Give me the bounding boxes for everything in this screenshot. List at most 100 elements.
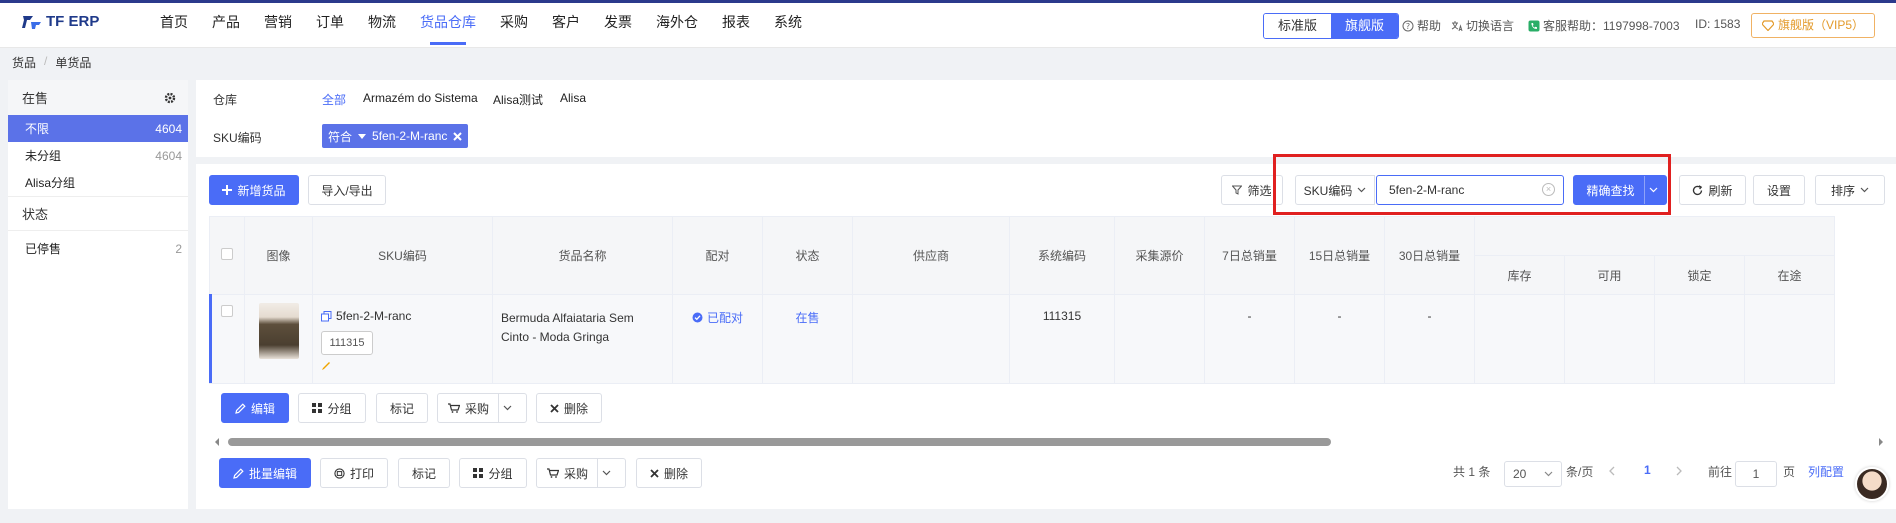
bulk-edit-button[interactable]: 批量编辑 <box>219 458 311 488</box>
row-select[interactable] <box>209 294 245 384</box>
header-name: 货品名称 <box>492 216 673 295</box>
prev-page-button[interactable] <box>1608 466 1615 476</box>
close-icon <box>650 468 659 478</box>
nav-overseas[interactable]: 海外仓 <box>644 0 710 45</box>
nav-system[interactable]: 系统 <box>762 0 814 45</box>
header-source-price: 采集源价 <box>1114 216 1205 295</box>
nav-logistics[interactable]: 物流 <box>356 0 408 45</box>
header-status: 状态 <box>762 216 853 295</box>
bulk-group-button[interactable]: 分组 <box>459 458 527 488</box>
sidebar-item-ungrouped[interactable]: 未分组 4604 <box>8 142 188 169</box>
header-sales-15d: 15日总销量 <box>1294 216 1385 295</box>
copy-icon[interactable] <box>321 310 332 322</box>
nav-orders[interactable]: 订单 <box>304 0 356 45</box>
print-icon <box>334 467 345 479</box>
breadcrumb-item[interactable]: 货品 <box>12 54 36 71</box>
chevron-down-icon <box>1544 471 1553 477</box>
cart-icon <box>447 403 460 413</box>
group-button[interactable]: 分组 <box>298 393 366 423</box>
mark-button[interactable]: 标记 <box>376 393 428 423</box>
header-in-transit: 在途 <box>1744 255 1835 295</box>
purchase-dropdown[interactable] <box>498 394 516 422</box>
breadcrumb-separator: / <box>44 54 48 68</box>
nav-reports[interactable]: 报表 <box>710 0 762 45</box>
chevron-down-icon <box>503 405 512 411</box>
status-cell: 在售 <box>762 294 853 384</box>
page-unit-label: 页 <box>1783 465 1796 479</box>
table-row[interactable]: 5fen-2-M-ranc 111315 Bermuda Alfaiataria… <box>209 294 1835 384</box>
nav-purchase[interactable]: 采购 <box>488 0 540 45</box>
funnel-icon <box>1232 185 1243 195</box>
sales-7d-cell: - <box>1204 294 1295 384</box>
scroll-right-icon[interactable] <box>1877 437 1885 447</box>
warehouse-option-alisa[interactable]: Alisa <box>560 91 586 105</box>
nav-invoices[interactable]: 发票 <box>592 0 644 45</box>
help-link[interactable]: ? 帮助 <box>1402 17 1441 34</box>
chevron-down-icon <box>1860 187 1869 193</box>
gear-icon[interactable] <box>164 92 176 104</box>
scrollbar-thumb[interactable] <box>228 438 1331 446</box>
language-link[interactable]: 切换语言 <box>1451 17 1514 34</box>
goto-page-input[interactable]: 1 <box>1735 461 1777 487</box>
import-export-button[interactable]: 导入/导出 <box>308 175 386 205</box>
close-icon[interactable] <box>453 131 463 141</box>
support-avatar[interactable] <box>1855 467 1889 501</box>
chevron-right-icon <box>1676 466 1682 476</box>
flag-icon[interactable] <box>321 361 331 371</box>
support-link[interactable]: 客服帮助：1197998-7003 <box>1528 17 1680 34</box>
sort-button[interactable]: 排序 <box>1815 175 1885 205</box>
sidebar: 在售 不限 4604 未分组 4604 Alisa分组 状态 已停售 2 <box>8 80 188 509</box>
in-transit-cell <box>1744 294 1835 384</box>
breadcrumb: 货品 / 单货品 <box>12 54 91 71</box>
bulk-mark-button[interactable]: 标记 <box>398 458 450 488</box>
edit-button[interactable]: 编辑 <box>221 393 289 423</box>
nav-home[interactable]: 首页 <box>148 0 200 45</box>
bulk-purchase-dropdown[interactable] <box>597 459 615 487</box>
nav-marketing[interactable]: 营销 <box>252 0 304 45</box>
next-page-button[interactable] <box>1676 466 1683 476</box>
add-product-button[interactable]: 新增货品 <box>209 175 299 205</box>
product-thumbnail[interactable] <box>258 303 299 359</box>
refresh-button[interactable]: 刷新 <box>1679 175 1746 205</box>
column-config-link[interactable]: 列配置 <box>1808 463 1844 480</box>
product-name: Bermuda Alfaiataria Sem Cinto - Moda Gri… <box>492 294 673 384</box>
print-button[interactable]: 打印 <box>320 458 388 488</box>
status-badge[interactable]: 在售 <box>795 311 819 325</box>
caret-down-icon <box>358 133 367 139</box>
user-id: ID: 1583 <box>1695 17 1741 31</box>
logo[interactable]: TF ERP <box>22 13 99 30</box>
source-price-cell <box>1114 294 1205 384</box>
bulk-purchase-button[interactable]: 采购 <box>536 458 626 488</box>
scroll-left-icon[interactable] <box>213 437 221 447</box>
tag-value: 5fen-2-M-ranc <box>372 129 448 143</box>
edition-flagship[interactable]: 旗舰版 <box>1331 14 1399 38</box>
edition-standard[interactable]: 标准版 <box>1264 14 1332 38</box>
sku-filter-tag[interactable]: 符合 5fen-2-M-ranc <box>322 124 469 148</box>
nav-products[interactable]: 产品 <box>200 0 252 45</box>
sidebar-item-discontinued[interactable]: 已停售 2 <box>8 235 188 262</box>
sys-code-input[interactable]: 111315 <box>321 331 373 355</box>
cart-icon <box>546 468 559 478</box>
locked-cell <box>1654 294 1745 384</box>
sidebar-item-all[interactable]: 不限 4604 <box>8 115 188 142</box>
warehouse-option-all[interactable]: 全部 <box>322 91 346 108</box>
settings-button[interactable]: 设置 <box>1753 175 1805 205</box>
sidebar-item-alisa-group[interactable]: Alisa分组 <box>8 169 188 196</box>
vip-badge[interactable]: 旗舰版（VIP5） <box>1751 13 1876 38</box>
bulk-delete-button[interactable]: 删除 <box>636 458 702 488</box>
delete-button[interactable]: 删除 <box>536 393 602 423</box>
row-checkbox[interactable] <box>221 305 233 317</box>
page-size-select[interactable]: 20 <box>1504 461 1562 487</box>
page-number-current[interactable]: 1 <box>1644 463 1651 477</box>
warehouse-option-system[interactable]: Armazém do Sistema <box>363 91 478 105</box>
header-select-all[interactable] <box>209 216 245 295</box>
breadcrumb-item-current: 单货品 <box>55 56 92 70</box>
warehouse-option-alisa-test[interactable]: Alisa测试 <box>493 91 543 108</box>
nav-customers[interactable]: 客户 <box>540 0 592 45</box>
refresh-icon <box>1693 184 1703 195</box>
close-icon <box>550 403 559 413</box>
main-nav: 首页 产品 营销 订单 物流 货品仓库 采购 客户 发票 海外仓 报表 系统 <box>148 0 814 45</box>
select-all-checkbox[interactable] <box>221 248 233 260</box>
purchase-button[interactable]: 采购 <box>437 393 527 423</box>
nav-inventory[interactable]: 货品仓库 <box>408 0 488 45</box>
